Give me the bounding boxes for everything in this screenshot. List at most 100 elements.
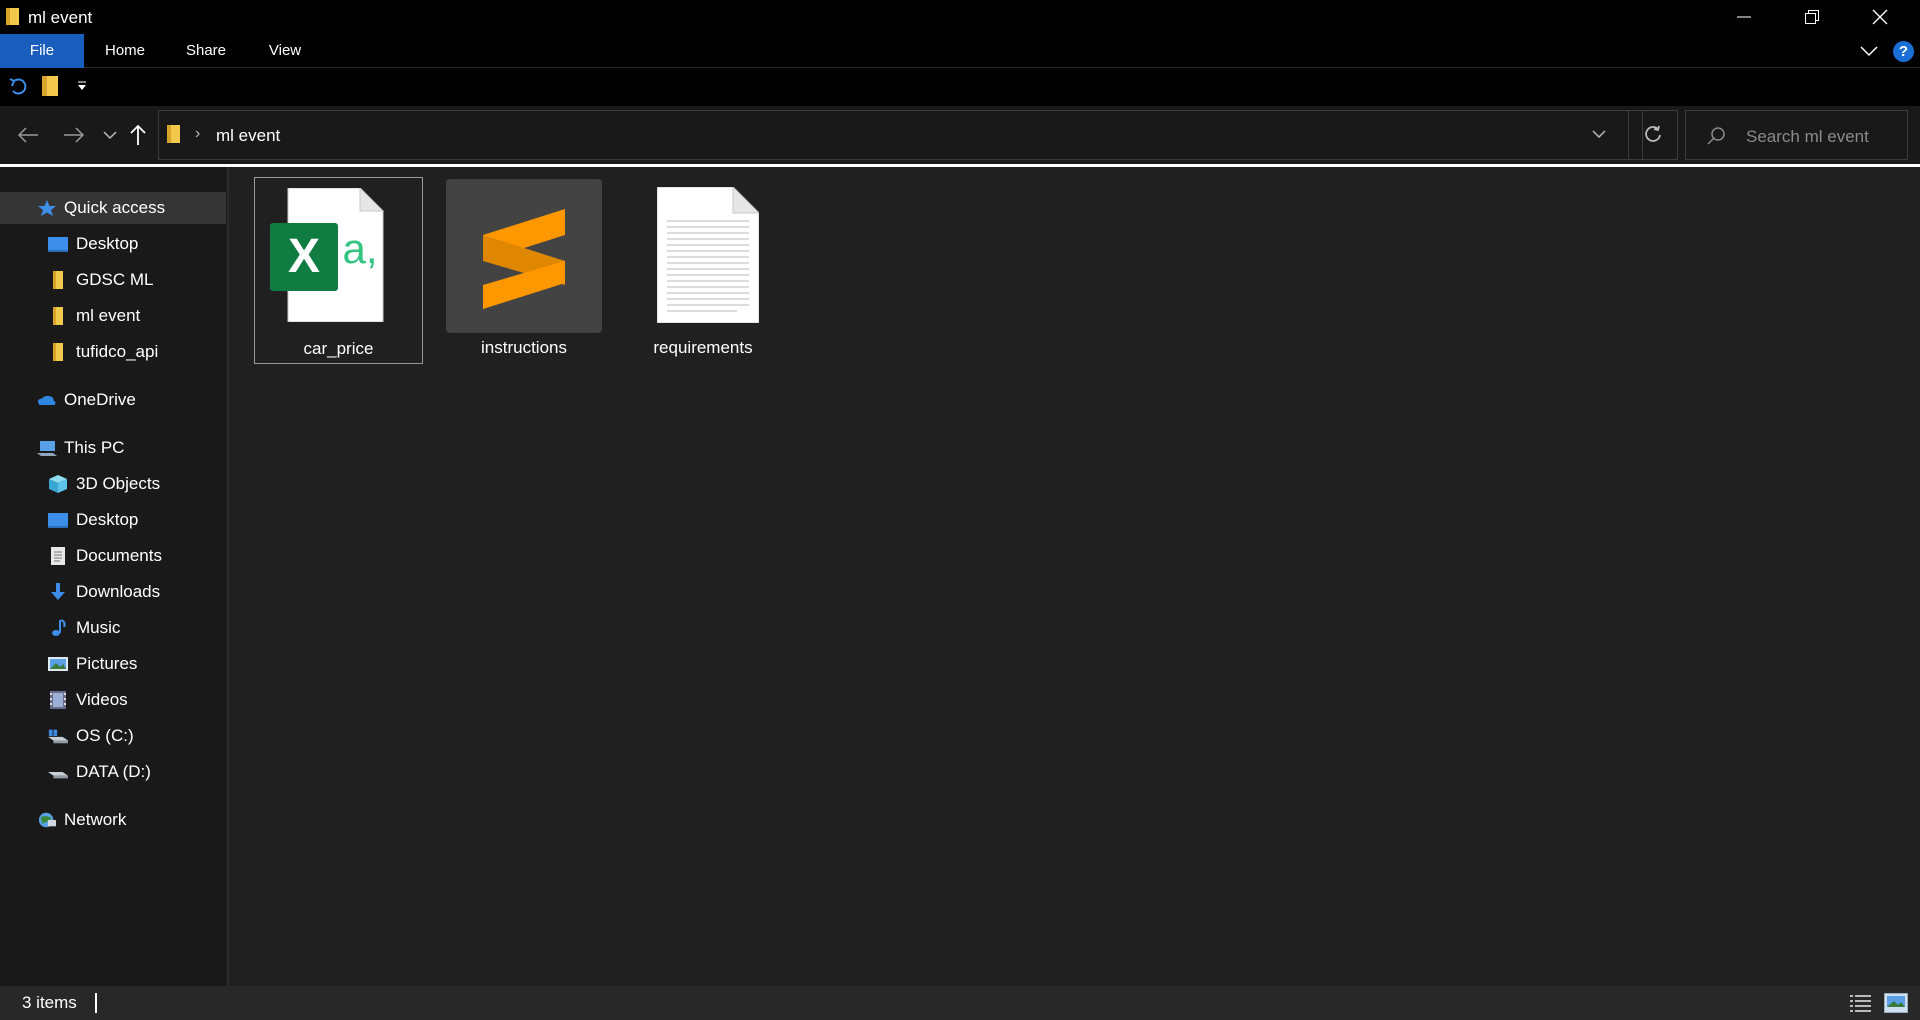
breadcrumb-separator[interactable]: › (195, 125, 200, 143)
sidebar-item-music[interactable]: Music (0, 612, 227, 644)
sidebar-item-pictures[interactable]: Pictures (0, 648, 227, 680)
sidebar-item-label: Music (76, 618, 121, 637)
sidebar-item-downloads[interactable]: Downloads (0, 576, 227, 608)
sidebar-item-onedrive[interactable]: OneDrive (0, 384, 227, 416)
file-name: car_price (303, 339, 374, 358)
sidebar-item-label: Network (64, 810, 127, 829)
folder-icon (167, 125, 180, 143)
file-item-instructions[interactable]: instructions (446, 179, 602, 364)
ribbon-tabs: File Home Share View ? (0, 34, 1920, 68)
desktop-icon (48, 237, 68, 252)
quick-access-toolbar (0, 68, 1920, 106)
file-name: instructions (481, 338, 567, 357)
sidebar-item-videos[interactable]: Videos (0, 684, 227, 716)
computer-icon (37, 441, 57, 456)
title-bar: ml event (0, 0, 1920, 34)
sidebar-item-label: Pictures (76, 654, 138, 673)
chevron-down-icon (103, 131, 117, 140)
sidebar-item-label: OneDrive (64, 390, 136, 409)
sidebar-item-network[interactable]: Network (0, 804, 227, 836)
chevron-down-icon[interactable] (1591, 126, 1607, 142)
folder-icon (53, 343, 63, 361)
recent-locations-button[interactable] (96, 121, 124, 149)
arrow-left-icon (17, 127, 38, 143)
sidebar-item-this-pc[interactable]: This PC (0, 432, 227, 464)
documents-icon (51, 547, 65, 565)
sidebar-item-label: ml event (76, 306, 141, 325)
minimize-icon (1737, 16, 1751, 18)
sidebar-item-quick-access[interactable]: Quick access (0, 192, 226, 224)
close-icon (1872, 9, 1888, 25)
music-icon (52, 619, 66, 636)
text-cursor (95, 993, 97, 1013)
sidebar-item-label: Videos (76, 690, 128, 709)
sidebar-item-data-d[interactable]: DATA (D:) (0, 756, 227, 788)
search-placeholder: Search ml event (1746, 127, 1869, 146)
tab-home[interactable]: Home (92, 34, 158, 68)
restore-icon (1805, 10, 1819, 24)
minimize-button[interactable] (1710, 0, 1778, 34)
star-icon (38, 200, 56, 216)
drive-icon (48, 729, 68, 744)
refresh-icon (1645, 125, 1661, 142)
network-icon (38, 812, 56, 828)
pictures-icon (48, 657, 68, 671)
sidebar-item-label: Downloads (76, 582, 161, 601)
close-button[interactable] (1846, 0, 1914, 34)
sidebar-item-3d-objects[interactable]: 3D Objects (0, 468, 227, 500)
sidebar-item-label: DATA (D:) (76, 762, 151, 781)
status-bar: 3 items (0, 986, 1920, 1020)
tab-view[interactable]: View (254, 34, 316, 68)
up-button[interactable] (124, 121, 152, 149)
file-item-requirements[interactable]: requirements (619, 179, 787, 364)
sidebar-item-label: This PC (64, 438, 125, 457)
sublime-text-icon (483, 209, 565, 309)
tab-file[interactable]: File (0, 34, 84, 68)
folder-icon (53, 307, 63, 325)
sidebar-item-label: Desktop (76, 234, 139, 253)
restore-button[interactable] (1778, 0, 1846, 34)
refresh-button[interactable] (1628, 110, 1678, 160)
folder-icon (6, 8, 19, 25)
forward-button[interactable] (60, 121, 88, 149)
text-file-icon (657, 187, 759, 323)
sidebar-item-ml-event[interactable]: ml event (0, 300, 227, 332)
folder-icon (53, 271, 63, 289)
sidebar-item-label: tufidco_api (76, 342, 159, 361)
file-list-view: X a, car_price instructions requirements (229, 167, 1920, 986)
sidebar-item-desktop-pc[interactable]: Desktop (0, 504, 227, 536)
excel-csv-file-icon: X a, (270, 188, 385, 322)
details-view-icon[interactable] (1850, 993, 1872, 1013)
download-icon (51, 583, 65, 600)
expand-ribbon-icon[interactable] (1858, 40, 1880, 62)
navigation-pane: Quick access Desktop GDSC ML ml event tu… (0, 167, 229, 986)
customize-toolbar-icon[interactable] (76, 80, 88, 92)
sidebar-item-label: Desktop (76, 510, 139, 529)
cloud-icon (37, 395, 56, 405)
back-button[interactable] (14, 121, 42, 149)
address-bar[interactable]: › ml event (158, 110, 1643, 160)
sidebar-item-label: Quick access (64, 198, 166, 217)
help-button[interactable]: ? (1893, 41, 1914, 62)
file-item-car-price[interactable]: X a, car_price (254, 177, 423, 364)
window-title: ml event (28, 8, 93, 27)
sidebar-item-label: OS (C:) (76, 726, 134, 745)
item-count: 3 items (22, 993, 77, 1012)
sidebar-item-os-c[interactable]: OS (C:) (0, 720, 227, 752)
search-icon (1707, 127, 1725, 145)
sidebar-item-label: Documents (76, 546, 162, 565)
sidebar-item-documents[interactable]: Documents (0, 540, 227, 572)
sidebar-item-label: GDSC ML (76, 270, 154, 289)
breadcrumb-ml-event[interactable]: ml event (216, 126, 280, 146)
undo-icon[interactable] (8, 76, 30, 98)
sidebar-item-tufidco-api[interactable]: tufidco_api (0, 336, 227, 368)
large-icons-view-icon[interactable] (1884, 993, 1908, 1013)
arrow-right-icon (64, 127, 85, 143)
sidebar-item-desktop[interactable]: Desktop (0, 228, 227, 260)
search-input[interactable]: Search ml event (1685, 110, 1908, 160)
videos-icon (50, 691, 66, 709)
tab-share[interactable]: Share (174, 34, 238, 68)
svg-text:a,: a, (342, 225, 377, 272)
new-folder-icon[interactable] (42, 76, 58, 96)
sidebar-item-gdsc-ml[interactable]: GDSC ML (0, 264, 227, 296)
